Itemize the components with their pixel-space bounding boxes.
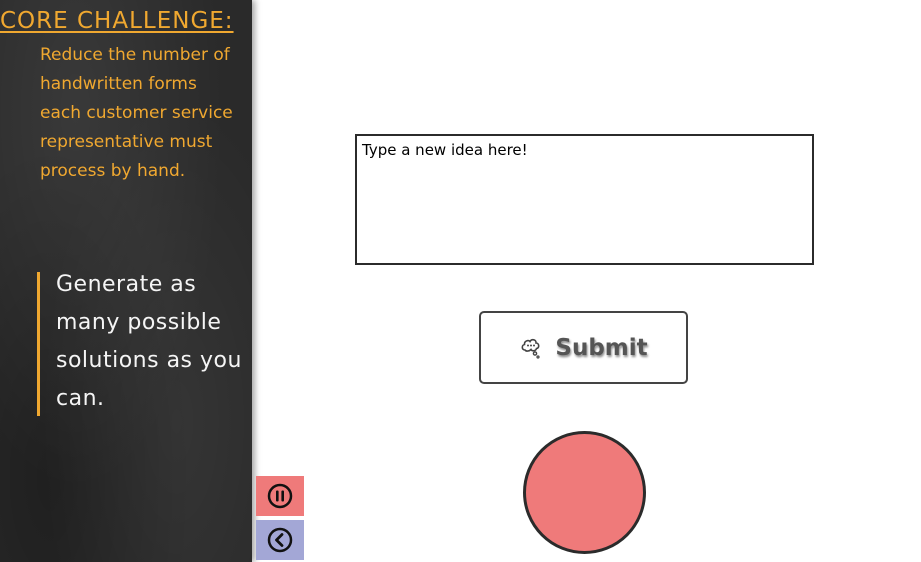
status-indicator (523, 431, 646, 554)
submit-label: Submit (555, 334, 648, 361)
pause-icon (267, 483, 293, 509)
challenge-title: CORE CHALLENGE: (0, 8, 234, 34)
challenge-description: Reduce the number of handwritten forms e… (40, 45, 233, 181)
prompt-instruction: Generate as many possible solutions as y… (56, 272, 242, 411)
submit-button[interactable]: Submit (479, 311, 688, 384)
pause-button[interactable] (256, 476, 304, 516)
idea-input[interactable] (355, 134, 814, 265)
back-button[interactable] (256, 520, 304, 560)
prompt-accent-bar (37, 272, 40, 416)
thought-bubble-icon (521, 338, 540, 359)
challenge-panel: CORE CHALLENGE: Reduce the number of han… (0, 0, 252, 562)
back-arrow-icon (267, 527, 293, 553)
